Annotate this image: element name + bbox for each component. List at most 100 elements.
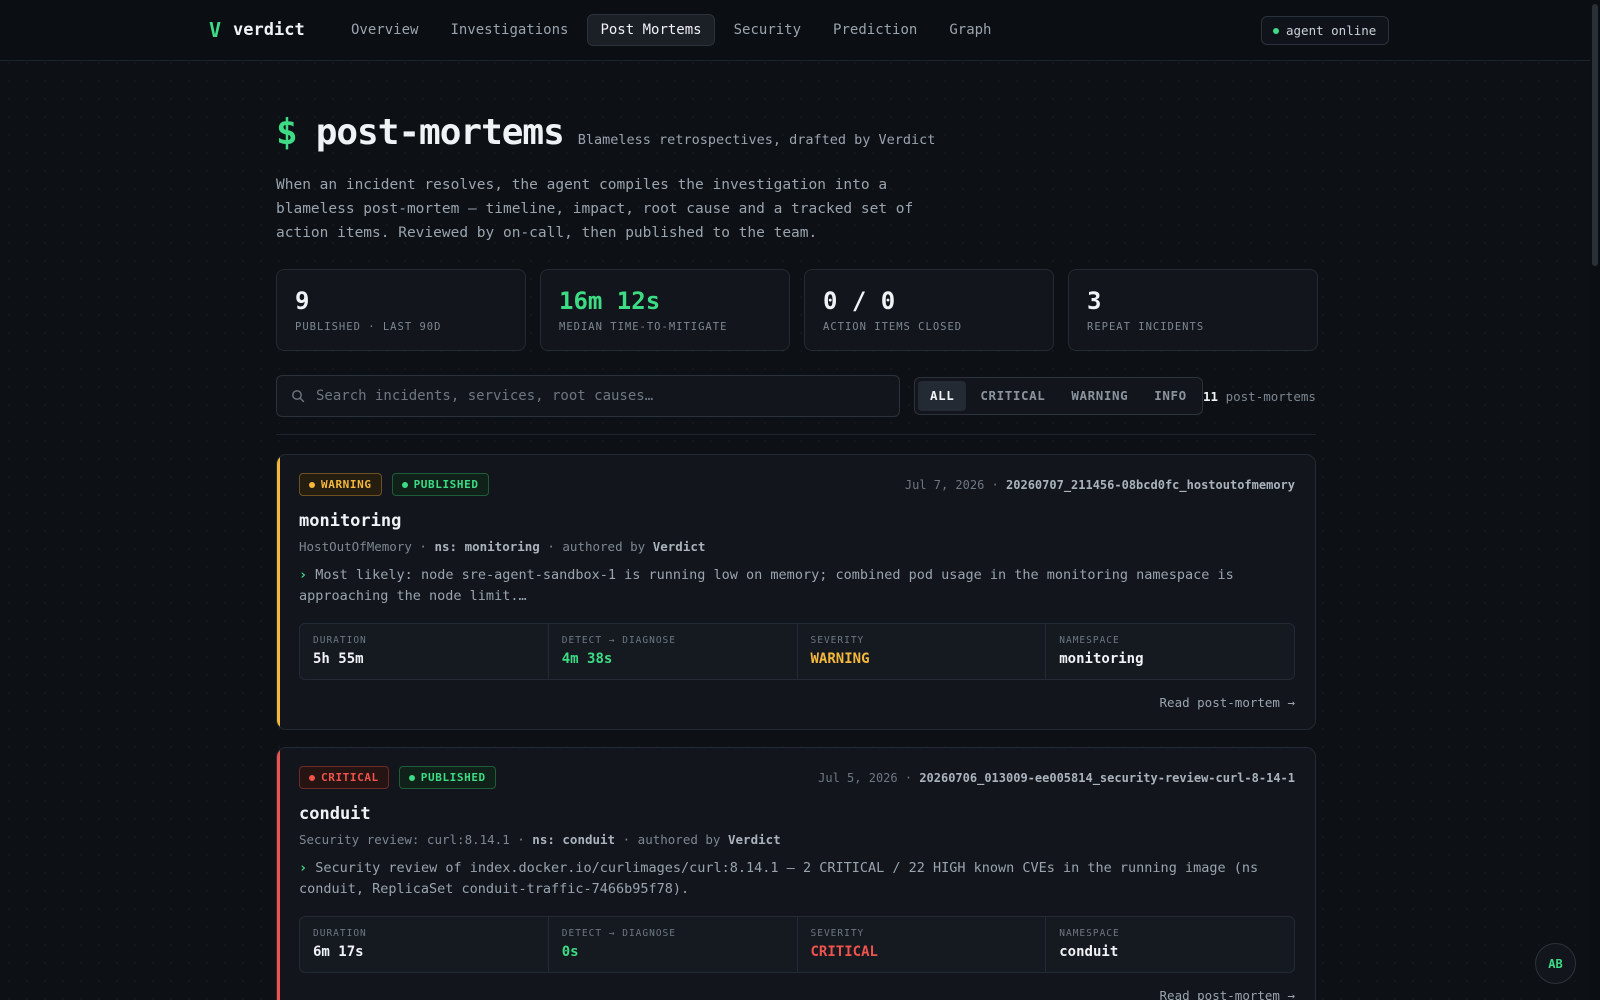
metric-severity: SEVERITY WARNING <box>798 624 1047 679</box>
metric-value: conduit <box>1059 944 1119 960</box>
stats-row: 9 PUBLISHED · LAST 90D 16m 12s MEDIAN TI… <box>276 269 1318 351</box>
nav-post-mortems[interactable]: Post Mortems <box>587 14 715 46</box>
metric-label: DETECT → DIAGNOSE <box>561 635 676 646</box>
stat-card-repeat-incidents: 3 REPEAT INCIDENTS <box>1068 269 1318 351</box>
brand[interactable]: V verdict <box>209 18 305 42</box>
card-metrics: DURATION 5h 55m DETECT → DIAGNOSE 4m 38s… <box>299 623 1295 680</box>
card-meta: Jul 7, 2026 · 20260707_211456-08bcd0fc_h… <box>904 478 1295 492</box>
search-input[interactable] <box>316 388 876 404</box>
alert-name: HostOutOfMemory <box>299 539 412 554</box>
app-name: verdict <box>233 20 305 40</box>
metric-value: 0s <box>561 944 579 960</box>
post-mortem-card[interactable]: WARNING PUBLISHED Jul 7, 2026 · 20260707… <box>276 454 1316 730</box>
metric-namespace: NAMESPACE monitoring <box>1046 624 1294 679</box>
severity-badge-text: CRITICAL <box>321 771 379 784</box>
card-id: 20260706_013009-ee005814_security-review… <box>919 771 1295 785</box>
author-name: Verdict <box>728 832 781 847</box>
user-avatar[interactable]: AB <box>1535 943 1576 984</box>
stat-value: 9 <box>295 287 310 315</box>
status-badge: PUBLISHED <box>391 473 489 496</box>
card-summary: › Security review of index.docker.io/cur… <box>299 858 1289 900</box>
filter-warning[interactable]: WARNING <box>1059 381 1140 411</box>
card-metrics: DURATION 6m 17s DETECT → DIAGNOSE 0s SEV… <box>299 916 1295 973</box>
metric-value: 5h 55m <box>313 651 364 667</box>
severity-accent-bar <box>277 748 280 1000</box>
result-count-value: 11 <box>1203 389 1219 404</box>
page-scrollbar[interactable] <box>1590 0 1600 1000</box>
metric-detect-diagnose: DETECT → DIAGNOSE 4m 38s <box>549 624 798 679</box>
read-post-mortem-link[interactable]: Read post-mortem → <box>1160 695 1295 710</box>
status-dot-icon <box>401 481 408 488</box>
metric-value: 4m 38s <box>561 651 613 667</box>
search-icon <box>292 390 305 403</box>
card-id: 20260707_211456-08bcd0fc_hostoutofmemory <box>1006 478 1295 492</box>
card-summary-text: Most likely: node sre-agent-sandbox-1 is… <box>299 567 1234 604</box>
verdict-logo-icon: V <box>209 18 222 42</box>
card-title[interactable]: monitoring <box>299 511 401 531</box>
card-subtitle: Security review: curl:8.14.1 · ns: condu… <box>299 832 781 847</box>
authored-by-prefix: authored by <box>637 832 721 847</box>
severity-badge: WARNING <box>299 473 382 496</box>
alert-name: Security review: curl:8.14.1 <box>299 832 510 847</box>
stat-value: 0 / 0 <box>823 287 896 315</box>
main-nav: Overview Investigations Post Mortems Sec… <box>338 14 1005 46</box>
metric-label: DURATION <box>313 635 367 646</box>
page-intro: When an incident resolves, the agent com… <box>276 177 914 241</box>
metric-value: monitoring <box>1059 651 1144 667</box>
search-box[interactable] <box>276 375 900 417</box>
metric-label: DURATION <box>313 928 367 939</box>
stat-card-published: 9 PUBLISHED · LAST 90D <box>276 269 526 351</box>
post-mortem-card[interactable]: CRITICAL PUBLISHED Jul 5, 2026 · 2026070… <box>276 747 1316 1000</box>
card-date: Jul 5, 2026 <box>818 771 898 785</box>
page-title: $ post-mortems Blameless retrospectives,… <box>276 112 935 153</box>
severity-badge-text: WARNING <box>321 478 372 491</box>
nav-security[interactable]: Security <box>721 14 814 46</box>
metric-label: NAMESPACE <box>1059 928 1120 939</box>
filter-critical[interactable]: CRITICAL <box>968 381 1057 411</box>
nav-graph[interactable]: Graph <box>936 14 1004 46</box>
divider <box>276 434 1316 435</box>
nav-overview[interactable]: Overview <box>338 14 431 46</box>
severity-badge: CRITICAL <box>299 766 389 789</box>
stat-value: 3 <box>1087 287 1102 315</box>
stat-label: REPEAT INCIDENTS <box>1087 321 1205 333</box>
metric-label: SEVERITY <box>810 635 865 646</box>
status-badge-text: PUBLISHED <box>413 478 479 491</box>
card-subtitle: HostOutOfMemory · ns: monitoring · autho… <box>299 539 706 554</box>
metric-label: DETECT → DIAGNOSE <box>561 928 676 939</box>
card-title[interactable]: conduit <box>299 804 371 824</box>
page-subtitle: Blameless retrospectives, drafted by Ver… <box>577 132 936 148</box>
nav-investigations[interactable]: Investigations <box>437 14 581 46</box>
stat-label: PUBLISHED · LAST 90D <box>295 321 442 333</box>
authored-by-prefix: authored by <box>562 539 646 554</box>
scrollbar-thumb[interactable] <box>1592 4 1598 266</box>
card-summary-text: Security review of index.docker.io/curli… <box>299 860 1259 897</box>
metric-detect-diagnose: DETECT → DIAGNOSE 0s <box>549 917 798 972</box>
status-dot-icon <box>408 774 415 781</box>
metric-namespace: NAMESPACE conduit <box>1046 917 1294 972</box>
stat-label: ACTION ITEMS CLOSED <box>823 321 963 333</box>
result-count-label: post-mortems <box>1225 389 1316 404</box>
severity-dot-icon <box>309 481 315 488</box>
metric-value: WARNING <box>810 651 870 667</box>
author-name: Verdict <box>652 539 706 554</box>
stat-value: 16m 12s <box>559 287 661 315</box>
status-badge-text: PUBLISHED <box>420 771 486 784</box>
agent-status-badge: agent online <box>1261 16 1390 45</box>
card-summary: › Most likely: node sre-agent-sandbox-1 … <box>299 565 1289 607</box>
chevron-right-icon: › <box>299 567 308 583</box>
chevron-right-icon: › <box>299 860 308 876</box>
read-post-mortem-link[interactable]: Read post-mortem → <box>1160 988 1295 1000</box>
severity-accent-bar <box>277 455 280 729</box>
filter-info[interactable]: INFO <box>1142 381 1199 411</box>
nav-prediction[interactable]: Prediction <box>820 14 930 46</box>
stat-label: MEDIAN TIME-TO-MITIGATE <box>559 321 728 333</box>
card-badges: WARNING PUBLISHED <box>299 473 489 496</box>
metric-value: CRITICAL <box>810 944 878 960</box>
metric-label: SEVERITY <box>810 928 865 939</box>
card-meta: Jul 5, 2026 · 20260706_013009-ee005814_s… <box>818 771 1295 785</box>
severity-filter: ALL CRITICAL WARNING INFO <box>914 377 1203 415</box>
filter-all[interactable]: ALL <box>918 381 967 411</box>
prompt-symbol: $ <box>276 112 298 153</box>
top-nav-bar: V verdict Overview Investigations Post M… <box>0 0 1590 61</box>
